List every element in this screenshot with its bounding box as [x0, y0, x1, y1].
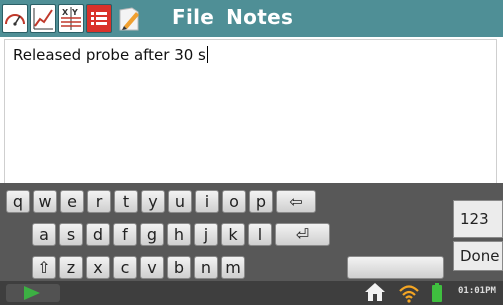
onscreen-keyboard: q w e r t y u i o p ⇦ a s d f g h j k l ⏎ ⇧ z x c v b n m 123 Done [0, 183, 503, 281]
key-row2-9[interactable]: ⏎ [275, 223, 330, 246]
notes-content: Released probe after 30 s [13, 46, 208, 64]
key-row2-1[interactable]: s [59, 223, 83, 246]
battery-icon [432, 283, 442, 302]
key-row1-7[interactable]: i [195, 190, 219, 213]
key-row1-10[interactable]: ⇦ [276, 190, 316, 213]
graph-icon[interactable] [30, 4, 56, 33]
key-row1-6[interactable]: u [168, 190, 192, 213]
key-row3-5[interactable]: b [167, 256, 191, 279]
key-row2-7[interactable]: k [221, 223, 245, 246]
key-row3-6[interactable]: n [194, 256, 218, 279]
key-row2-4[interactable]: g [140, 223, 164, 246]
title-text: File Notes [172, 5, 293, 29]
key-row2-8[interactable]: l [248, 223, 272, 246]
key-row1-0[interactable]: q [6, 190, 30, 213]
clock: 01:01PM [458, 286, 496, 296]
key-row1-8[interactable]: o [222, 190, 246, 213]
key-row3-3[interactable]: c [113, 256, 137, 279]
key-row1-9[interactable]: p [249, 190, 273, 213]
key-row2-3[interactable]: f [113, 223, 137, 246]
key-row1-5[interactable]: y [141, 190, 165, 213]
key-row3-7[interactable]: m [221, 256, 245, 279]
text-cursor [206, 46, 208, 63]
key-row1-3[interactable]: r [87, 190, 111, 213]
home-icon[interactable] [364, 282, 386, 302]
notes-text: Released probe after 30 s [13, 46, 206, 64]
notes-textarea[interactable]: Released probe after 30 s [4, 39, 497, 184]
svg-text:X: X [62, 8, 69, 17]
key-row1-1[interactable]: w [33, 190, 57, 213]
key-row2-5[interactable]: h [167, 223, 191, 246]
key-row2-6[interactable]: j [194, 223, 218, 246]
file-menu[interactable]: File [172, 5, 214, 29]
screen-title: Notes [226, 5, 294, 29]
status-bar: 01:01PM [0, 281, 503, 305]
key-row2-2[interactable]: d [86, 223, 110, 246]
svg-text:Y: Y [71, 8, 78, 17]
run-button[interactable] [6, 284, 60, 302]
key-row3-4[interactable]: v [140, 256, 164, 279]
list-icon[interactable] [86, 4, 112, 33]
key-row3-0[interactable]: ⇧ [32, 256, 56, 279]
pencil-icon[interactable] [116, 4, 142, 33]
space-key[interactable] [347, 256, 444, 279]
key-row3-1[interactable]: z [59, 256, 83, 279]
numbers-key[interactable]: 123 [453, 200, 503, 238]
key-row1-4[interactable]: t [114, 190, 138, 213]
title-bar: X Y File Notes [0, 0, 503, 37]
key-row3-2[interactable]: x [86, 256, 110, 279]
key-row2-0[interactable]: a [32, 223, 56, 246]
meter-icon[interactable] [2, 4, 28, 33]
play-icon [24, 286, 40, 300]
done-key[interactable]: Done [453, 241, 503, 271]
key-row1-2[interactable]: e [60, 190, 84, 213]
wifi-icon [399, 285, 419, 303]
xy-table-icon[interactable]: X Y [58, 4, 84, 33]
